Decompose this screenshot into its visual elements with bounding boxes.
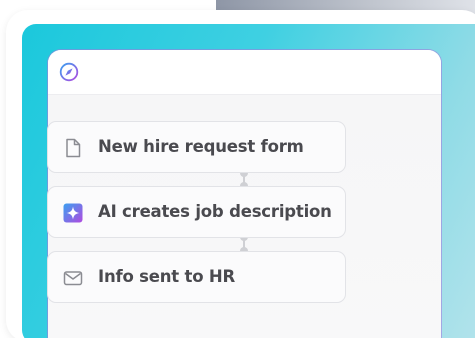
workflow-step-label: Info sent to HR: [98, 267, 236, 286]
workflow-step-label: New hire request form: [98, 137, 304, 156]
browser-toolbar: [48, 50, 441, 94]
mail-icon: [63, 271, 83, 286]
workflow-step-info-sent-hr[interactable]: Info sent to HR: [47, 251, 346, 303]
workflow-step-label: AI creates job description: [98, 202, 332, 221]
ai-sparkle-icon: [63, 203, 83, 223]
workflow-step-ai-job-description[interactable]: AI creates job description: [47, 186, 346, 238]
document-icon: [66, 138, 81, 158]
compass-icon: [59, 62, 79, 82]
workflow-step-new-hire-request[interactable]: New hire request form: [47, 121, 346, 173]
